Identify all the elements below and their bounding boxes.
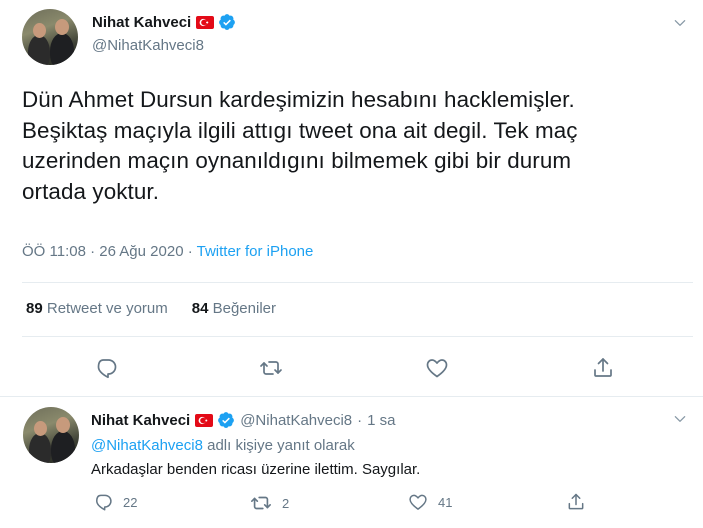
main-tweet: Nihat Kahveci @NihatKahveci8 Dün Ahmet D…	[0, 0, 703, 396]
tweet-source-link[interactable]: Twitter for iPhone	[197, 243, 314, 260]
meta-separator: ·	[357, 411, 363, 429]
tweet-time[interactable]: ÖÖ 11:08	[22, 243, 86, 260]
avatar[interactable]	[23, 407, 79, 463]
tweet-text-line: Dün Ahmet Dursun kardeşimizin hesabını h…	[22, 87, 575, 112]
heart-icon	[425, 356, 449, 380]
reply-icon	[94, 356, 118, 380]
tweet-text-line: ortada yoktur.	[22, 178, 160, 204]
reply-icon	[93, 492, 113, 512]
reply-time-ago[interactable]: 1 sa	[367, 412, 395, 429]
turkey-flag-icon	[196, 15, 215, 29]
reply-mention-link[interactable]: @NihatKahveci8	[91, 437, 203, 454]
like-button[interactable]: 41	[408, 492, 452, 512]
reply-tweet-actions: 22 2 41	[0, 492, 703, 518]
tweet-meta: ÖÖ 11:08 · 26 Ağu 2020 · Twitter for iPh…	[22, 243, 313, 260]
share-icon	[591, 356, 615, 380]
chevron-down-icon[interactable]	[669, 12, 691, 34]
retweet-button[interactable]	[259, 356, 283, 380]
share-button[interactable]	[591, 356, 615, 380]
author-display-name[interactable]: Nihat Kahveci	[92, 14, 191, 31]
tweet-separator	[0, 396, 703, 397]
reply-tweet-text: Arkadaşlar benden ricası üzerine ilettim…	[91, 461, 421, 478]
author-handle-row: @NihatKahveci8	[92, 37, 204, 54]
retweet-button[interactable]: 2	[250, 492, 289, 514]
like-stat-count: 84	[191, 300, 209, 317]
avatar[interactable]	[22, 9, 78, 65]
retweet-icon	[259, 356, 283, 380]
retweet-count: 2	[282, 495, 290, 511]
like-stat-label: Beğeniler	[212, 300, 276, 317]
reply-count: 22	[123, 494, 138, 510]
retweet-stat[interactable]: 89 Retweet ve yorum	[26, 300, 168, 317]
reply-author-handle[interactable]: @NihatKahveci8	[240, 412, 352, 429]
tweet-stats: 89 Retweet ve yorum 84 Beğeniler	[26, 300, 276, 317]
meta-separator: ·	[90, 243, 96, 260]
share-icon	[566, 492, 586, 512]
divider	[22, 282, 693, 283]
author-name-row: Nihat Kahveci	[92, 13, 236, 31]
reply-author-row: Nihat Kahveci @NihatKahveci8 · 1 sa	[91, 411, 396, 429]
chevron-down-icon[interactable]	[669, 408, 691, 430]
heart-icon	[408, 492, 428, 512]
tweet-actions	[0, 356, 703, 382]
verified-badge-icon	[217, 411, 235, 429]
tweet-text: Dün Ahmet Dursun kardeşimizin hesabını h…	[22, 85, 692, 207]
verified-badge-icon	[218, 13, 236, 31]
retweet-stat-count: 89	[26, 300, 43, 317]
like-stat[interactable]: 84 Beğeniler	[192, 300, 276, 317]
reply-author-name[interactable]: Nihat Kahveci	[91, 412, 190, 429]
tweet-text-line: uzerinden maçın oynanıldıgını bilmemek g…	[22, 148, 572, 173]
reply-button[interactable]	[94, 356, 118, 380]
author-handle[interactable]: @NihatKahveci8	[92, 37, 204, 54]
retweet-icon	[250, 492, 272, 514]
like-count: 41	[438, 494, 453, 510]
turkey-flag-icon	[195, 413, 214, 427]
retweet-stat-label: Retweet ve yorum	[46, 300, 168, 317]
replying-to-label: adlı kişiye yanıt olarak	[202, 437, 355, 454]
divider	[22, 336, 693, 337]
reply-button[interactable]: 22	[93, 492, 137, 512]
like-button[interactable]	[425, 356, 449, 380]
share-button[interactable]	[566, 492, 586, 512]
tweet-date[interactable]: 26 Ağu 2020	[99, 243, 183, 260]
tweet-text-line: Beşiktaş maçıyla ilgili attıgı tweet ona…	[22, 117, 578, 143]
meta-separator: ·	[187, 243, 193, 260]
replying-to: @NihatKahveci8 adlı kişiye yanıt olarak	[91, 437, 355, 454]
